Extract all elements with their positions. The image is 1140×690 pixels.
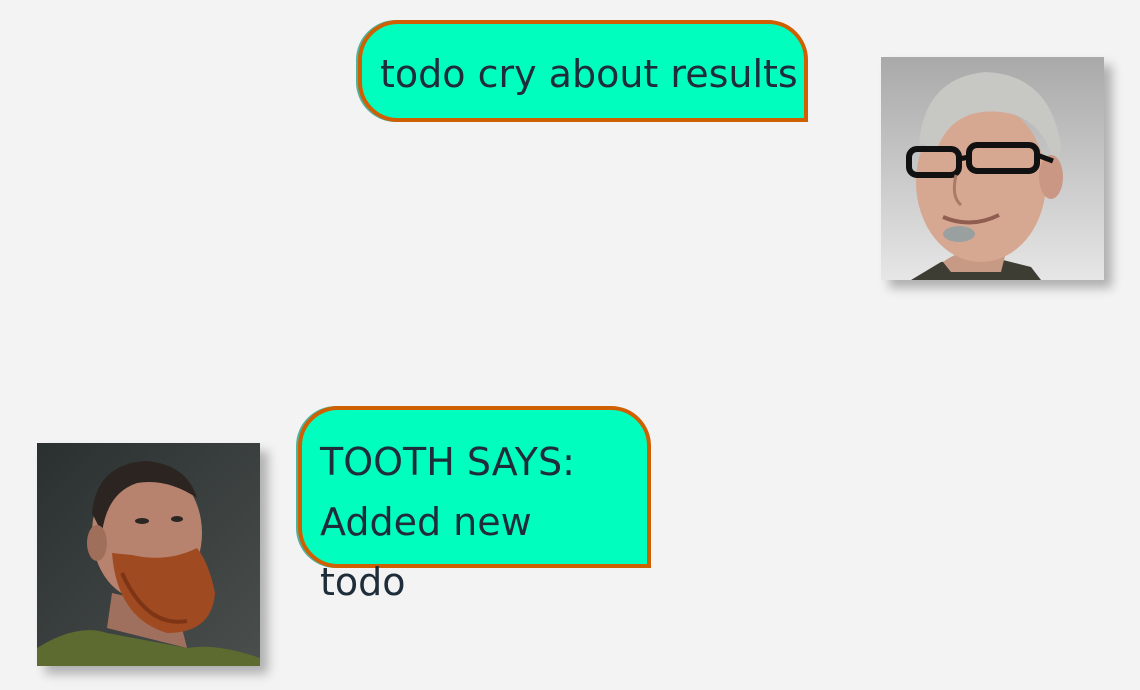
older-man-portrait-image xyxy=(881,57,1104,280)
user-message-bubble: todo cry about results xyxy=(358,20,808,122)
chat-window: todo cry about results TOOTH SAYS: Added… xyxy=(0,0,1140,690)
user-message-text: todo cry about results xyxy=(380,52,798,96)
user-avatar xyxy=(881,57,1104,280)
bot-message-bubble: TOOTH SAYS: Added new todo xyxy=(298,406,651,604)
bot-avatar xyxy=(37,443,260,666)
bot-message-line-2: Added new todo xyxy=(320,500,532,604)
bearded-man-portrait-image xyxy=(37,443,260,666)
bot-message-line-1: TOOTH SAYS: xyxy=(320,440,575,484)
